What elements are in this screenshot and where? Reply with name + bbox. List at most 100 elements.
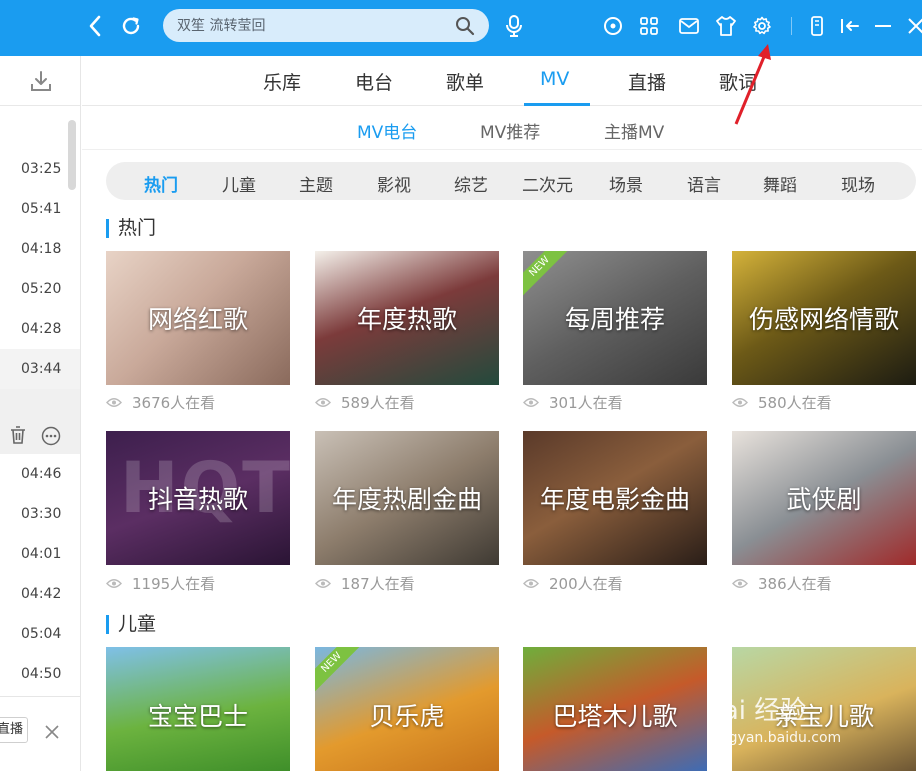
left-footer: 直播: [0, 696, 80, 771]
search-input[interactable]: [175, 16, 445, 35]
track-duration[interactable]: 03:30: [0, 494, 80, 534]
subtab-streamer-mv[interactable]: 主播MV: [604, 118, 664, 143]
mv-card[interactable]: NEW 每周推荐: [523, 251, 707, 385]
main-content: 乐库 电台 歌单 MV 直播 歌词 MV电台 MV推荐 主播MV 热门 儿童 主…: [82, 56, 922, 771]
view-count: 200人在看: [523, 573, 623, 594]
view-count: 187人在看: [315, 573, 415, 594]
category-acg[interactable]: 二次元: [522, 171, 573, 196]
collapse-panel-button[interactable]: [838, 14, 862, 38]
mv-card[interactable]: 武侠剧: [732, 431, 916, 565]
close-button[interactable]: [904, 14, 922, 38]
mv-card[interactable]: 年度热歌: [315, 251, 499, 385]
collapse-icon: [841, 19, 859, 33]
category-kids[interactable]: 儿童: [222, 171, 256, 196]
eye-icon: [315, 579, 331, 588]
mv-card[interactable]: 宝宝巴士: [106, 647, 290, 771]
download-button[interactable]: [0, 56, 80, 106]
mv-card[interactable]: 伤感网络情歌: [732, 251, 916, 385]
track-duration[interactable]: 04:50: [0, 654, 80, 694]
settings-button[interactable]: [750, 14, 774, 38]
track-duration[interactable]: 03:25: [0, 149, 80, 189]
subtab-mv-radio[interactable]: MV电台: [357, 118, 417, 143]
delete-button[interactable]: [10, 426, 26, 448]
refresh-icon: [122, 17, 140, 35]
category-variety[interactable]: 综艺: [454, 171, 488, 196]
tab-mv[interactable]: MV: [540, 68, 569, 90]
tab-library[interactable]: 乐库: [263, 68, 301, 95]
category-bar: 热门 儿童 主题 影视 综艺 二次元 场景 语言 舞蹈 现场: [106, 162, 916, 200]
watermark-logo: Bai 经验: [705, 696, 807, 726]
category-live[interactable]: 现场: [841, 171, 875, 196]
mv-card-title: 年度热剧金曲: [331, 485, 482, 514]
track-duration[interactable]: 04:01: [0, 534, 80, 574]
mv-card-title: 伤感网络情歌: [748, 305, 899, 334]
mv-card[interactable]: 年度电影金曲: [523, 431, 707, 565]
subtab-mv-recommend[interactable]: MV推荐: [480, 118, 540, 143]
phone-icon: [811, 16, 823, 36]
view-count-text: 187人在看: [341, 575, 415, 593]
tab-playlists[interactable]: 歌单: [446, 68, 484, 95]
view-count-text: 200人在看: [549, 575, 623, 593]
eye-icon: [315, 398, 331, 407]
view-count: 386人在看: [732, 573, 832, 594]
title-bar: [0, 0, 922, 56]
category-scene[interactable]: 场景: [609, 171, 643, 196]
eye-icon: [523, 579, 539, 588]
gear-icon: [753, 16, 771, 35]
minimize-button[interactable]: [871, 14, 895, 38]
close-live-button[interactable]: [44, 724, 60, 744]
category-theme[interactable]: 主题: [299, 171, 333, 196]
search-box[interactable]: [163, 9, 489, 42]
close-icon: [908, 18, 922, 34]
category-dance[interactable]: 舞蹈: [763, 171, 797, 196]
track-actions-row: [0, 389, 80, 454]
view-count: 589人在看: [315, 392, 415, 413]
mv-card[interactable]: 网络红歌: [106, 251, 290, 385]
track-duration[interactable]: 04:18: [0, 229, 80, 269]
mv-card-title: 每周推荐: [564, 305, 665, 334]
mv-card[interactable]: 巴塔木儿歌: [523, 647, 707, 771]
apps-button[interactable]: [637, 14, 661, 38]
track-duration[interactable]: 03:44: [0, 349, 80, 389]
trash-icon: [11, 426, 25, 444]
track-duration[interactable]: 04:46: [0, 454, 80, 494]
category-film[interactable]: 影视: [377, 171, 411, 196]
search-icon[interactable]: [455, 16, 475, 40]
view-count: 580人在看: [732, 392, 832, 413]
microphone-icon: [506, 15, 522, 37]
section-title-kids: 儿童: [106, 615, 156, 634]
track-duration[interactable]: 05:04: [0, 614, 80, 654]
refresh-button[interactable]: [113, 8, 149, 44]
category-language[interactable]: 语言: [687, 171, 721, 196]
view-count-text: 301人在看: [549, 394, 623, 412]
back-arrow-icon: [89, 15, 101, 37]
annotation-arrow: [734, 44, 771, 125]
skin-button[interactable]: [714, 14, 738, 38]
eye-icon: [732, 398, 748, 407]
mv-card[interactable]: 年度热剧金曲: [315, 431, 499, 565]
shirt-icon: [716, 16, 736, 36]
voice-search-button[interactable]: [502, 14, 526, 38]
category-hot[interactable]: 热门: [144, 171, 178, 196]
mini-mode-button[interactable]: [805, 14, 829, 38]
track-duration[interactable]: 05:20: [0, 269, 80, 309]
track-duration[interactable]: 05:41: [0, 189, 80, 229]
mail-icon: [679, 18, 699, 34]
eye-icon: [732, 579, 748, 588]
close-icon: [45, 725, 59, 739]
back-button[interactable]: [77, 8, 113, 44]
mv-card[interactable]: NEW 贝乐虎: [315, 647, 499, 771]
tab-radio[interactable]: 电台: [355, 68, 393, 95]
messages-button[interactable]: [677, 14, 701, 38]
track-duration[interactable]: 04:28: [0, 309, 80, 349]
download-icon: [30, 70, 51, 91]
more-options-button[interactable]: [41, 426, 61, 450]
track-duration[interactable]: 04:42: [0, 574, 80, 614]
tab-live[interactable]: 直播: [628, 68, 666, 95]
live-button[interactable]: 直播: [0, 717, 28, 743]
mv-card-title: 武侠剧: [786, 485, 862, 514]
eye-icon: [106, 579, 122, 588]
mv-card[interactable]: HQT 抖音热歌: [106, 431, 290, 565]
music-identify-button[interactable]: [601, 14, 625, 38]
view-count-text: 1195人在看: [132, 575, 216, 593]
